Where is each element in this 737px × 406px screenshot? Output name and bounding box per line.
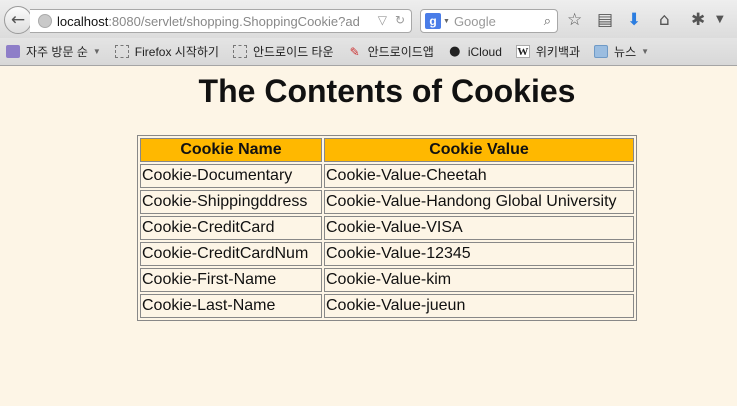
table-row: Cookie-CreditCard Cookie-Value-VISA — [140, 216, 634, 240]
cookie-value-cell: Cookie-Value-12345 — [324, 242, 634, 266]
bookmarks-list-icon[interactable]: ▤ — [597, 10, 613, 30]
cookie-name-cell: Cookie-Last-Name — [140, 294, 322, 318]
bookmark-firefox-start[interactable]: Firefox 시작하기 — [114, 43, 219, 60]
menu-dropdown-icon[interactable]: ▼ — [716, 10, 724, 30]
extension-icon[interactable]: ✱ — [691, 10, 705, 30]
bookmarks-bar: 자주 방문 순 ▼ Firefox 시작하기 안드로이드 타운 ✎ 안드로이드앱… — [0, 38, 737, 66]
folder-icon — [6, 45, 20, 58]
reload-icon[interactable]: ↻ — [395, 13, 405, 27]
chevron-down-icon: ▼ — [92, 47, 101, 56]
table-header-row: Cookie Name Cookie Value — [140, 138, 634, 162]
folder-icon — [594, 45, 609, 58]
page-content: The Contents of Cookies Cookie Name Cook… — [0, 67, 737, 406]
cookies-table: Cookie Name Cookie Value Cookie-Document… — [137, 135, 637, 321]
table-row: Cookie-Shippingddress Cookie-Value-Hando… — [140, 190, 634, 214]
bookmark-label: 위키백과 — [535, 45, 581, 59]
page-icon — [232, 45, 247, 58]
cookie-name-cell: Cookie-CreditCard — [140, 216, 322, 240]
google-engine-icon[interactable]: g — [425, 13, 441, 29]
bookmark-label: 자주 방문 순 — [26, 45, 88, 59]
engine-dropdown-icon[interactable]: ▼ — [443, 18, 450, 25]
column-header-value: Cookie Value — [324, 138, 634, 162]
cookie-name-cell: Cookie-First-Name — [140, 268, 322, 292]
bookmark-most-visited[interactable]: 자주 방문 순 ▼ — [6, 43, 101, 60]
url-dropdown-icon[interactable]: ▽ — [378, 13, 387, 27]
cookie-value-cell: Cookie-Value-Cheetah — [324, 164, 634, 188]
downloads-icon[interactable]: ⬇ — [627, 10, 641, 30]
bookmark-android-app[interactable]: ✎ 안드로이드앱 — [348, 43, 434, 60]
cookie-name-cell: Cookie-Documentary — [140, 164, 322, 188]
browser-toolbar: ← localhost:8080/servlet/shopping.Shoppi… — [0, 0, 737, 38]
cookie-value-cell: Cookie-Value-kim — [324, 268, 634, 292]
column-header-name: Cookie Name — [140, 138, 322, 162]
table-row: Cookie-CreditCardNum Cookie-Value-12345 — [140, 242, 634, 266]
bookmark-label: 뉴스 — [614, 45, 637, 59]
bookmark-label: iCloud — [467, 44, 502, 59]
cookie-name-cell: Cookie-CreditCardNum — [140, 242, 322, 266]
page-icon — [114, 45, 129, 58]
address-bar[interactable]: localhost:8080/servlet/shopping.Shopping… — [30, 9, 412, 33]
bookmark-star-icon[interactable]: ☆ — [567, 10, 582, 30]
table-row: Cookie-Documentary Cookie-Value-Cheetah — [140, 164, 634, 188]
bookmark-label: 안드로이드앱 — [367, 45, 434, 59]
bookmark-wikipedia[interactable]: W 위키백과 — [515, 43, 581, 60]
search-bar[interactable]: g ▼ Google ⌕ — [420, 9, 558, 33]
cookie-value-cell: Cookie-Value-VISA — [324, 216, 634, 240]
globe-icon — [38, 14, 52, 28]
bookmark-android-town[interactable]: 안드로이드 타운 — [232, 43, 334, 60]
home-icon[interactable]: ⌂ — [659, 10, 670, 30]
wikipedia-icon: W — [515, 45, 530, 58]
url-path: :8080/servlet/shopping.ShoppingCookie?ad — [108, 13, 360, 29]
cookie-value-cell: Cookie-Value-jueun — [324, 294, 634, 318]
search-icon[interactable]: ⌕ — [544, 14, 551, 29]
back-arrow-icon: ← — [10, 10, 26, 30]
bookmark-label: 안드로이드 타운 — [252, 45, 334, 59]
bookmark-label: Firefox 시작하기 — [134, 45, 219, 59]
table-row: Cookie-Last-Name Cookie-Value-jueun — [140, 294, 634, 318]
chevron-down-icon: ▼ — [641, 47, 650, 56]
url-host: localhost — [57, 13, 109, 29]
back-button[interactable]: ← — [4, 6, 32, 34]
cookie-name-cell: Cookie-Shippingddress — [140, 190, 322, 214]
cookie-value-cell: Cookie-Value-Handong Global University — [324, 190, 634, 214]
table-row: Cookie-First-Name Cookie-Value-kim — [140, 268, 634, 292]
page-title: The Contents of Cookies — [198, 73, 576, 109]
brush-icon: ✎ — [349, 44, 360, 59]
apple-icon: ● — [449, 44, 461, 59]
bookmark-icloud[interactable]: ● iCloud — [448, 44, 502, 59]
search-input[interactable]: Google — [454, 14, 544, 29]
bookmark-news[interactable]: 뉴스 ▼ — [594, 43, 649, 60]
